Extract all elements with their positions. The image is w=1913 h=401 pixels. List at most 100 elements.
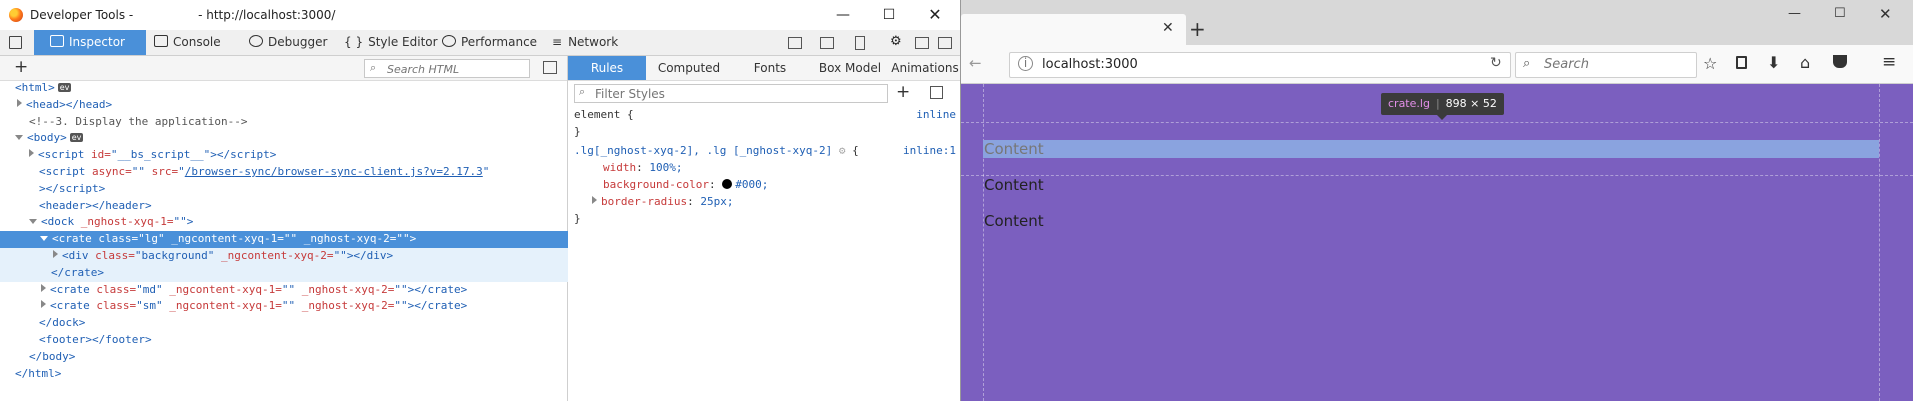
tree-node-html-close[interactable]: </html> xyxy=(0,366,582,383)
tab-style-editor[interactable]: { } Style Editor xyxy=(344,30,438,55)
tree-node-head[interactable]: <head></head> xyxy=(0,97,584,114)
close-tab-icon[interactable]: ✕ xyxy=(1162,20,1174,36)
tree-node-html[interactable]: <html> ev xyxy=(0,80,582,97)
tree-node-script[interactable]: <script id="__bs_script__"></script> xyxy=(0,147,596,164)
collapse-arrow-icon[interactable] xyxy=(40,236,48,242)
tab-debugger[interactable]: Debugger xyxy=(249,30,327,55)
tree-node-crate-lg[interactable]: <crate class="lg" _ngcontent-xyq-1="" _n… xyxy=(0,231,607,248)
css-rule-source[interactable]: inline:1 xyxy=(903,142,956,159)
property-name[interactable]: width xyxy=(603,161,636,174)
tab-network[interactable]: ≡ Network xyxy=(552,30,618,55)
back-icon[interactable]: ← xyxy=(969,54,982,72)
console-icon xyxy=(154,35,168,47)
maximize-icon[interactable]: ☐ xyxy=(1834,6,1846,21)
css-declaration[interactable]: width: 100%; xyxy=(603,159,683,176)
browser-window: ✕ + — ☐ ✕ ← i localhost:3000 ↻ ⌕ ☆ ⬇ ⌂ ≡… xyxy=(961,0,1913,401)
expand-arrow-icon[interactable] xyxy=(53,250,58,258)
element-rule-selector[interactable]: element { xyxy=(574,106,634,123)
infobar-dimensions: 898 × 52 xyxy=(1445,97,1497,110)
new-tab-icon[interactable]: + xyxy=(1189,17,1206,41)
gear-icon[interactable]: ⚙ xyxy=(839,144,846,157)
close-icon[interactable]: ✕ xyxy=(912,0,958,30)
property-name[interactable]: border-radius xyxy=(601,195,687,208)
tab-animations[interactable]: Animations xyxy=(890,56,960,80)
markup-panel: + ⌕ <html>ev <head></head> <!--3. Displa… xyxy=(0,56,620,401)
add-node-button[interactable]: + xyxy=(14,57,28,77)
tree-node-footer[interactable]: <footer></footer> xyxy=(0,332,606,349)
close-window-icon[interactable]: ✕ xyxy=(1879,5,1892,23)
dock-bottom-icon[interactable] xyxy=(915,37,929,49)
minimize-icon[interactable]: — xyxy=(820,0,866,30)
tree-node-div-background[interactable]: <div class="background" _ngcontent-xyq-2… xyxy=(0,248,620,265)
tree-node-crate-md[interactable]: <crate class="md" _ngcontent-xyq-1="" _n… xyxy=(0,282,608,299)
expand-arrow-icon[interactable] xyxy=(592,196,597,204)
content-text: Content xyxy=(984,140,1044,158)
tree-node-crate-close[interactable]: </crate> xyxy=(0,264,618,282)
tab-computed[interactable]: Computed xyxy=(648,56,730,80)
search-input[interactable] xyxy=(1542,56,1691,73)
markup-toolbar: + ⌕ xyxy=(0,56,567,81)
toggle-sidebar-icon[interactable] xyxy=(543,61,557,74)
collapse-arrow-icon[interactable] xyxy=(29,219,37,225)
expand-arrow-icon[interactable] xyxy=(29,149,34,158)
maximize-icon[interactable]: ☐ xyxy=(866,0,912,30)
tab-box-model[interactable]: Box Model xyxy=(810,56,890,80)
tab-console[interactable]: Console xyxy=(154,30,221,55)
pocket-icon[interactable] xyxy=(1833,55,1847,68)
tab-inspector[interactable]: Inspector xyxy=(34,30,146,55)
property-value[interactable]: #000; xyxy=(735,178,768,191)
property-value[interactable]: 100%; xyxy=(649,161,682,174)
frames-icon[interactable] xyxy=(788,37,802,49)
css-declaration[interactable]: background-color: #000; xyxy=(603,176,768,193)
collapse-arrow-icon[interactable] xyxy=(15,135,23,141)
tree-node-script-async[interactable]: <script async="" src="/browser-sync/brow… xyxy=(0,164,606,181)
expand-arrow-icon[interactable] xyxy=(41,283,46,292)
tree-node-body-close[interactable]: </body> xyxy=(0,349,596,366)
color-swatch[interactable] xyxy=(722,179,733,189)
tree-node-script-close[interactable]: ></script> xyxy=(0,181,606,198)
css-rule-selector[interactable]: .lg[_nghost-xyq-2], .lg [_nghost-xyq-2] xyxy=(574,144,839,157)
tree-node-body[interactable]: <body> ev xyxy=(0,130,582,147)
add-rule-button[interactable]: + xyxy=(896,82,910,102)
tree-node-crate-sm[interactable]: <crate class="sm" _ngcontent-xyq-1="" _n… xyxy=(0,298,608,315)
property-value[interactable]: 25px; xyxy=(700,195,733,208)
dock-side-icon[interactable] xyxy=(938,37,952,49)
css-rule-header[interactable]: .lg[_nghost-xyq-2], .lg [_nghost-xyq-2] … xyxy=(574,142,859,159)
home-icon[interactable]: ⌂ xyxy=(1800,53,1810,72)
tree-node-dock-close[interactable]: </dock> xyxy=(0,315,606,332)
library-icon[interactable] xyxy=(1736,56,1747,69)
expand-arrow-icon[interactable] xyxy=(41,300,46,309)
downloads-icon[interactable]: ⬇ xyxy=(1767,53,1780,72)
tree-node-comment[interactable]: <!--3. Display the application--> xyxy=(0,114,596,131)
bookmark-star-icon[interactable]: ☆ xyxy=(1703,54,1717,73)
property-name[interactable]: background-color xyxy=(603,178,709,191)
element-rule-source[interactable]: inline xyxy=(916,106,956,123)
expand-arrow-icon[interactable] xyxy=(17,98,22,107)
event-badge[interactable]: ev xyxy=(69,133,84,143)
settings-icon[interactable]: ⚙ xyxy=(890,35,904,49)
css-declaration[interactable]: border-radius: 25px; xyxy=(592,193,733,210)
tree-node-header[interactable]: <header></header> xyxy=(0,198,606,215)
pick-element-icon[interactable] xyxy=(9,36,22,49)
info-icon[interactable]: i xyxy=(1018,56,1033,71)
tree-node-dock[interactable]: <dock _nghost-xyq-1=""> xyxy=(0,214,596,231)
tab-performance[interactable]: Performance xyxy=(442,30,537,55)
filter-styles-input[interactable] xyxy=(593,85,882,103)
url-text[interactable]: localhost:3000 xyxy=(1042,57,1138,72)
browser-tab[interactable]: ✕ xyxy=(961,14,1186,45)
responsive-design-icon[interactable] xyxy=(855,36,865,50)
reload-icon[interactable]: ↻ xyxy=(1490,55,1502,71)
inspector-icon xyxy=(50,35,64,47)
search-html-field[interactable]: ⌕ xyxy=(364,59,530,78)
search-bar[interactable]: ⌕ xyxy=(1515,52,1697,78)
menu-icon[interactable]: ≡ xyxy=(1882,52,1896,72)
toggle-pseudo-classes-icon[interactable] xyxy=(930,86,943,99)
tab-rules[interactable]: Rules xyxy=(568,56,646,80)
search-html-input[interactable] xyxy=(385,60,529,78)
url-bar[interactable]: i localhost:3000 ↻ xyxy=(1009,52,1511,78)
tab-fonts[interactable]: Fonts xyxy=(732,56,808,80)
filter-styles-field[interactable]: ⌕ xyxy=(574,84,888,103)
event-badge[interactable]: ev xyxy=(57,83,72,92)
minimize-icon[interactable]: — xyxy=(1788,6,1801,21)
split-console-icon[interactable] xyxy=(820,37,834,49)
